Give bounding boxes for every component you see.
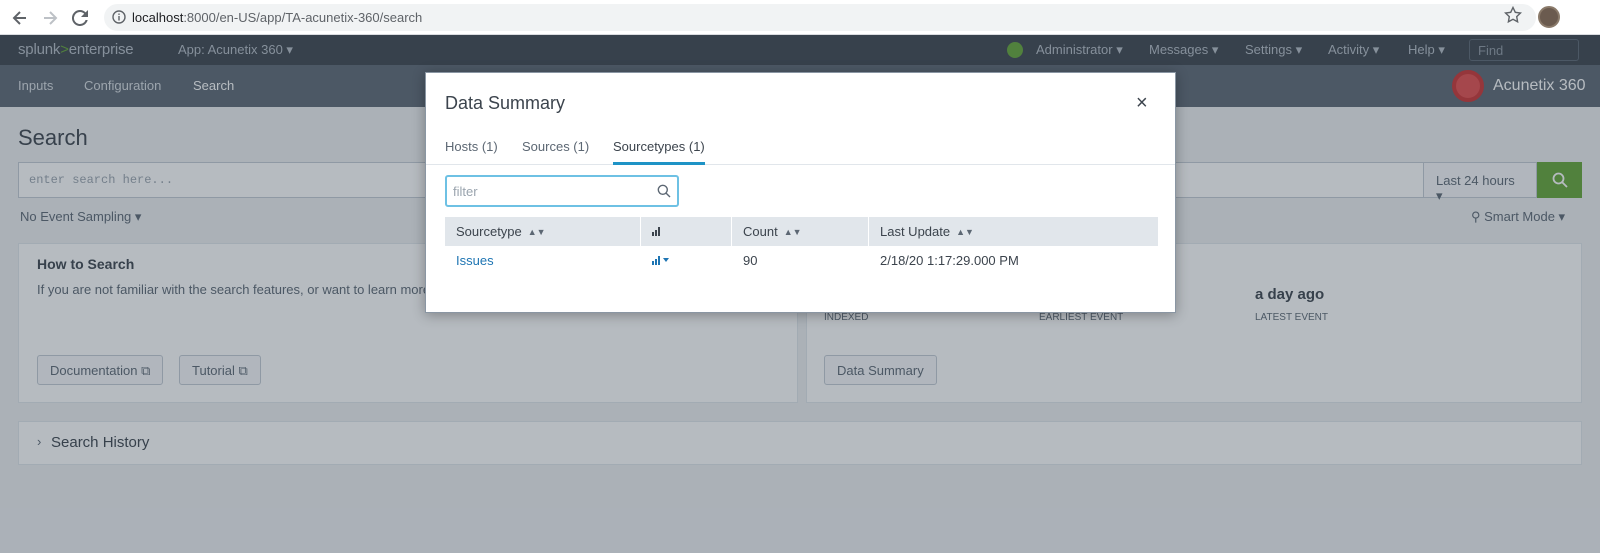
sort-icon: ▲▼ [527, 227, 546, 237]
browser-toolbar: localhost:8000/en-US/app/TA-acunetix-360… [0, 0, 1600, 35]
sort-icon: ▲▼ [783, 227, 802, 237]
column-header-chart [641, 217, 732, 246]
info-icon[interactable] [112, 10, 126, 29]
column-header-count[interactable]: Count ▲▼ [732, 217, 869, 246]
filter-field[interactable] [445, 175, 679, 207]
last-update-cell: 2/18/20 1:17:29.000 PM [880, 253, 1019, 268]
column-header-sourcetype[interactable]: Sourcetype ▲▼ [445, 217, 641, 246]
bar-chart-dropdown-icon [652, 256, 669, 265]
bookmark-star-icon[interactable] [1503, 5, 1523, 29]
chart-menu[interactable] [641, 246, 683, 275]
address-bar[interactable]: localhost:8000/en-US/app/TA-acunetix-360… [104, 4, 1536, 31]
column-label-sourcetype: Sourcetype [456, 224, 522, 239]
tab-sourcetypes[interactable]: Sourcetypes (1) [613, 139, 705, 165]
url-text: localhost:8000/en-US/app/TA-acunetix-360… [132, 10, 422, 25]
modal-title: Data Summary [445, 93, 566, 113]
data-summary-modal: Data Summary × Hosts (1) Sources (1) Sou… [425, 72, 1176, 313]
column-label-count: Count [743, 224, 778, 239]
column-label-last-update: Last Update [880, 224, 951, 239]
forward-icon[interactable] [38, 6, 62, 30]
sourcetypes-table: Sourcetype ▲▼ Count ▲▼ Last Update ▲▼ Issue… [445, 217, 1158, 275]
modal-tabs: Hosts (1) Sources (1) Sourcetypes (1) [426, 135, 1175, 165]
search-icon [657, 184, 671, 203]
count-cell: 90 [743, 253, 758, 268]
url-host: localhost [132, 10, 184, 25]
bar-chart-icon [652, 227, 660, 236]
filter-input[interactable] [453, 182, 633, 200]
table-row: Issues 90 2/18/20 1:17:29.000 PM [445, 246, 1158, 275]
close-icon[interactable]: × [1136, 93, 1148, 113]
table-header: Sourcetype ▲▼ Count ▲▼ Last Update ▲▼ [445, 217, 1158, 246]
profile-avatar[interactable] [1538, 6, 1560, 28]
tab-sources[interactable]: Sources (1) [522, 139, 589, 162]
tab-hosts[interactable]: Hosts (1) [445, 139, 498, 162]
column-header-last-update[interactable]: Last Update ▲▼ [869, 217, 1158, 246]
reload-icon[interactable] [68, 6, 92, 30]
sort-icon: ▲▼ [956, 227, 974, 237]
back-icon[interactable] [8, 6, 32, 30]
sourcetype-link[interactable]: Issues [445, 246, 505, 275]
url-path: :8000/en-US/app/TA-acunetix-360/search [183, 10, 423, 25]
